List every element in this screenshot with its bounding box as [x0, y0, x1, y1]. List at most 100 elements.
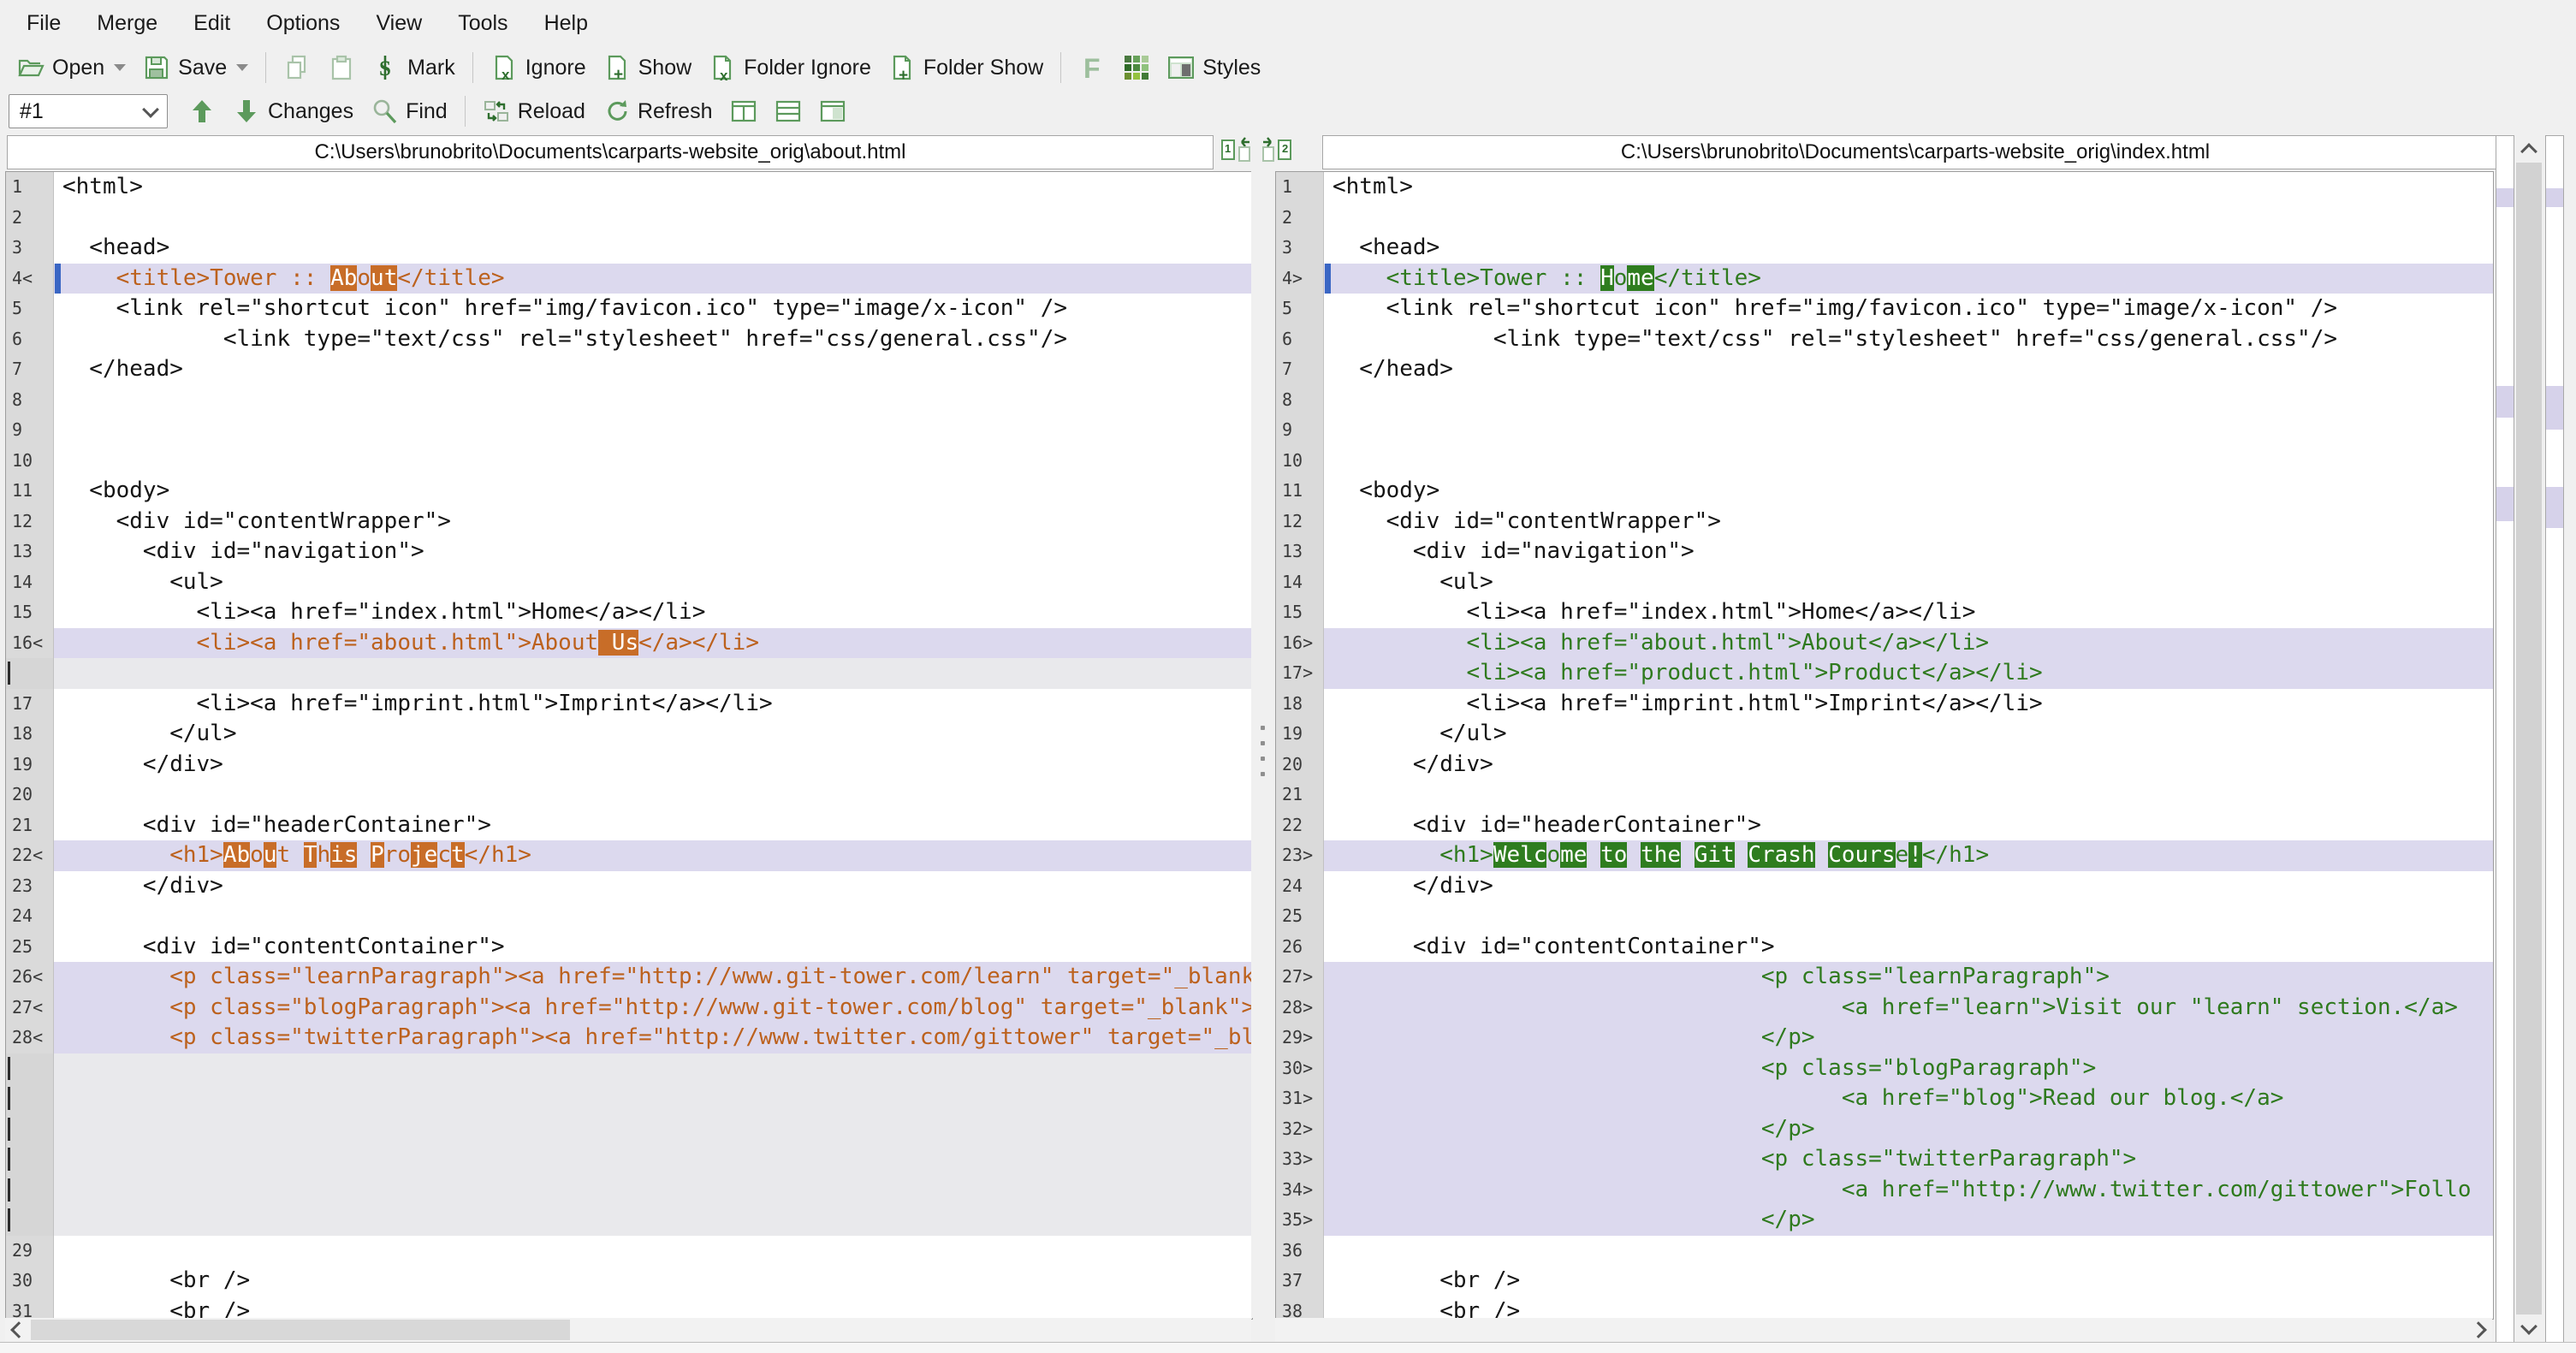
code-line[interactable]: 19 </div>	[6, 749, 1252, 780]
menu-merge[interactable]: Merge	[79, 0, 175, 46]
code-text[interactable]	[54, 415, 1252, 446]
code-line[interactable]: 24	[6, 901, 1252, 932]
code-text[interactable]: <head>	[1324, 233, 2493, 264]
code-line[interactable]: 8	[6, 384, 1252, 416]
code-line[interactable]: 7 </head>	[6, 354, 1252, 385]
right-file-path[interactable]: C:\Users\brunobrito\Documents\carparts-w…	[1322, 135, 2508, 169]
copy-button[interactable]	[275, 50, 319, 85]
code-line[interactable]: 6 <link type="text/css" rel="stylesheet"…	[6, 323, 1252, 355]
diff-number-selector[interactable]: #1	[9, 94, 168, 128]
code-text[interactable]: </ul>	[54, 719, 1252, 750]
code-text[interactable]: <div id="contentWrapper">	[54, 507, 1252, 537]
code-text[interactable]: <p class="twitterParagraph"><a href="htt…	[54, 1023, 1252, 1053]
code-text[interactable]	[54, 1236, 1252, 1267]
code-line[interactable]: 37 <br />	[1276, 1266, 2493, 1297]
right-code-pane[interactable]: 1 <html> 2 3 <head> 4> <title>Tower :: Home<…	[1275, 171, 2494, 1320]
code-line[interactable]: 9	[6, 415, 1252, 446]
code-line[interactable]: 18 <li><a href="imprint.html">Imprint</a…	[1276, 688, 2493, 720]
code-line[interactable]: 32> </p>	[1276, 1113, 2493, 1144]
code-line[interactable]: 16< <li><a href="about.html">About Us</a…	[6, 627, 1252, 658]
menu-help[interactable]: Help	[526, 0, 606, 46]
code-text[interactable]	[1324, 901, 2493, 932]
code-line[interactable]: 15 <li><a href="index.html">Home</a></li…	[1276, 597, 2493, 628]
code-text[interactable]: <a href="learn">Visit our "learn" sectio…	[1324, 992, 2493, 1023]
code-text[interactable]	[54, 385, 1252, 416]
code-line[interactable]: 2	[6, 202, 1252, 233]
code-text[interactable]: <div id="contentContainer">	[1324, 932, 2493, 963]
code-line[interactable]: 12 <div id="contentWrapper">	[1276, 506, 2493, 537]
code-line[interactable]: 7 </head>	[1276, 354, 2493, 385]
find-button[interactable]: Find	[362, 94, 456, 128]
code-line[interactable]: 15 <li><a href="index.html">Home</a></li…	[6, 597, 1252, 628]
code-line[interactable]: 18 </ul>	[6, 719, 1252, 750]
code-text[interactable]: <li><a href="imprint.html">Imprint</a></…	[54, 689, 1252, 720]
code-line[interactable]: 23 </div>	[6, 870, 1252, 902]
code-line[interactable]: 3 <head>	[6, 233, 1252, 264]
code-text[interactable]	[1324, 1236, 2493, 1267]
code-line[interactable]: 22 <div id="headerContainer">	[1276, 810, 2493, 840]
code-line[interactable]: 12 <div id="contentWrapper">	[6, 506, 1252, 537]
code-line[interactable]: 26 <div id="contentContainer">	[1276, 931, 2493, 963]
code-text[interactable]	[1324, 203, 2493, 234]
menu-options[interactable]: Options	[248, 0, 358, 46]
right-horizontal-scrollbar[interactable]	[1275, 1318, 2492, 1342]
code-line[interactable]: 24 </div>	[1276, 870, 2493, 901]
menu-tools[interactable]: Tools	[440, 0, 525, 46]
code-line[interactable]: 10	[6, 445, 1252, 476]
code-line[interactable]: 27< <p class="blogParagraph"><a href="ht…	[6, 992, 1252, 1023]
code-text[interactable]: <body>	[54, 476, 1252, 507]
grid-button[interactable]	[1114, 50, 1159, 85]
code-line[interactable]: 30 <br />	[6, 1266, 1252, 1297]
location-bar-right-file[interactable]	[2545, 135, 2564, 1344]
code-line[interactable]: 9	[1276, 415, 2493, 446]
code-text[interactable]: <p class="learnParagraph">	[1324, 962, 2493, 993]
pane-splitter[interactable]	[1251, 171, 1275, 1318]
code-line[interactable]: 28> <a href="learn">Visit our "learn" se…	[1276, 992, 2493, 1023]
code-text[interactable]: <li><a href="imprint.html">Imprint</a></…	[1324, 689, 2493, 720]
code-text[interactable]: <ul>	[54, 567, 1252, 598]
code-line[interactable]: 35> </p>	[1276, 1205, 2493, 1236]
code-line[interactable]: 4> <title>Tower :: Home</title>	[1276, 263, 2493, 294]
code-line[interactable]: 30> <p class="blogParagraph">	[1276, 1053, 2493, 1083]
code-text[interactable]: </ul>	[1324, 719, 2493, 750]
styles-button[interactable]: Styles	[1159, 50, 1269, 85]
code-text[interactable]: <title>Tower :: Home</title>	[1324, 263, 2493, 294]
code-text[interactable]: <p class="twitterParagraph">	[1324, 1144, 2493, 1175]
code-line[interactable]: 34> <a href="http://www.twitter.com/gitt…	[1276, 1174, 2493, 1205]
menu-file[interactable]: File	[9, 0, 79, 46]
code-text[interactable]: </div>	[54, 750, 1252, 780]
code-text[interactable]	[1324, 385, 2493, 416]
code-line[interactable]: 4< <title>Tower :: About</title>	[6, 263, 1252, 294]
code-text[interactable]: </div>	[1324, 750, 2493, 780]
code-text[interactable]: <link type="text/css" rel="stylesheet" h…	[54, 324, 1252, 355]
code-text[interactable]: <div id="contentContainer">	[54, 932, 1252, 963]
code-text[interactable]: </div>	[54, 871, 1252, 902]
code-line[interactable]: 27> <p class="learnParagraph">	[1276, 962, 2493, 993]
code-text[interactable]: <br />	[1324, 1266, 2493, 1297]
open-folder-button[interactable]: Open	[9, 50, 134, 85]
layout-single-button[interactable]	[810, 94, 855, 128]
code-text[interactable]: <link rel="shortcut icon" href="img/favi…	[54, 294, 1252, 324]
code-line[interactable]: 3 <head>	[1276, 233, 2493, 264]
arrow-up-button[interactable]	[180, 94, 224, 128]
code-line[interactable]: 1 <html>	[1276, 172, 2493, 203]
font-button[interactable]: F	[1070, 50, 1114, 85]
code-line[interactable]: 13 <div id="navigation">	[6, 537, 1252, 567]
code-text[interactable]	[1324, 780, 2493, 810]
scroll-down-button[interactable]	[2516, 1314, 2542, 1342]
code-text[interactable]: <a href="http://www.twitter.com/gittower…	[1324, 1174, 2493, 1205]
code-text[interactable]: </head>	[1324, 354, 2493, 385]
code-line[interactable]: 38 <br />	[1276, 1296, 2493, 1319]
code-text[interactable]: </p>	[1324, 1023, 2493, 1053]
mark-button[interactable]: S Mark	[364, 50, 464, 85]
code-text[interactable]: <br />	[54, 1297, 1252, 1320]
code-text[interactable]: </p>	[1324, 1113, 2493, 1144]
code-text[interactable]: <li><a href="index.html">Home</a></li>	[1324, 597, 2493, 628]
code-line[interactable]: 14 <ul>	[6, 567, 1252, 598]
code-line[interactable]: 16> <li><a href="about.html">About</a></…	[1276, 627, 2493, 658]
location-bar-left-file[interactable]	[2496, 135, 2514, 1344]
code-text[interactable]: <div id="contentWrapper">	[1324, 507, 2493, 537]
code-text[interactable]: <li><a href="index.html">Home</a></li>	[54, 597, 1252, 628]
code-line[interactable]: 22< <h1>About This Project</h1>	[6, 840, 1252, 871]
code-text[interactable]: <h1>About This Project</h1>	[54, 840, 1252, 871]
